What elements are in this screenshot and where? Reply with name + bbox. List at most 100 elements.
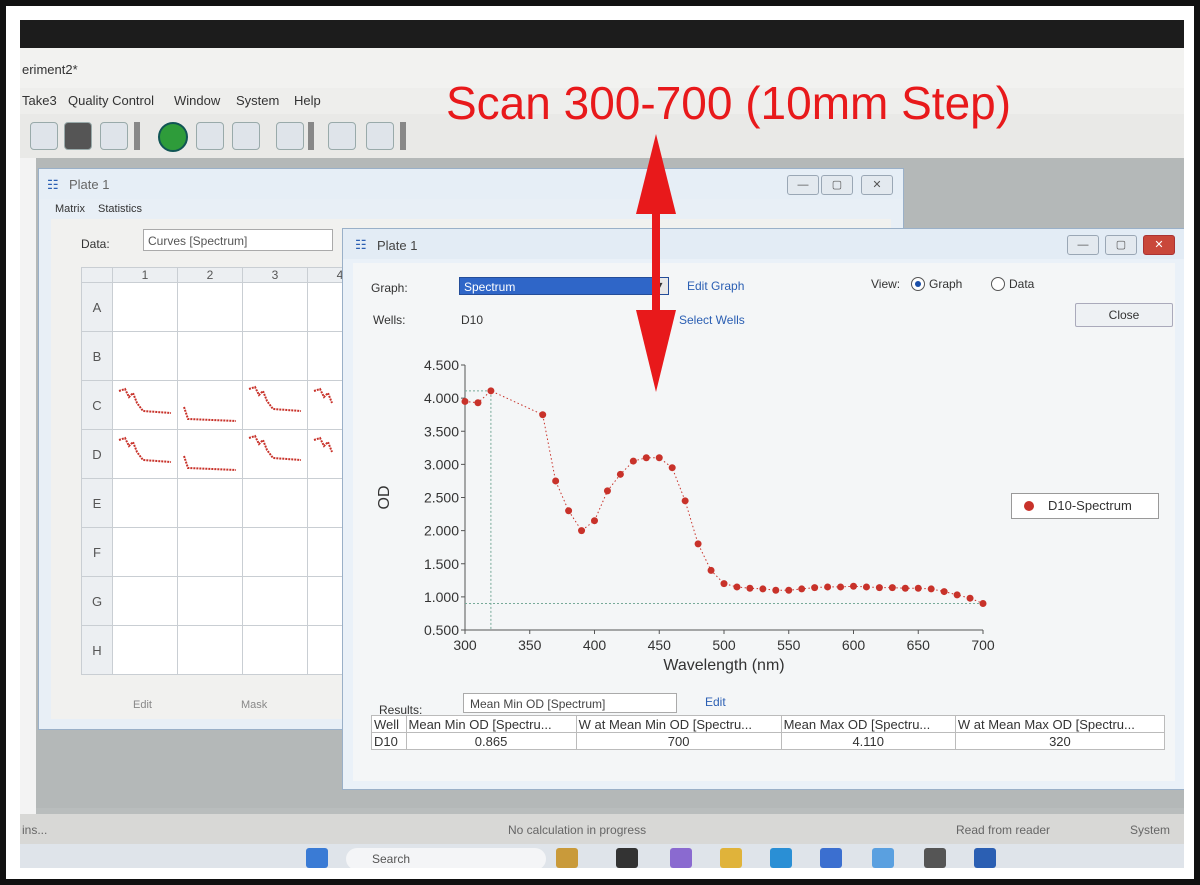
results-cell: 4.110 [780, 732, 956, 750]
edit-link[interactable]: Edit [133, 699, 152, 711]
well-curve[interactable] [242, 380, 308, 430]
plate-layout-icon[interactable] [30, 122, 58, 150]
well[interactable] [242, 478, 308, 528]
send-icon[interactable] [366, 122, 394, 150]
reader-app-icon[interactable] [974, 848, 996, 868]
well-curve[interactable] [112, 429, 178, 479]
table-row[interactable]: D10 0.865 700 4.110 320 [371, 732, 1166, 750]
x-tick-label: 400 [583, 637, 607, 653]
x-tick-label: 350 [518, 637, 542, 653]
camera-icon[interactable] [924, 848, 946, 868]
mini-spectrum-curve [118, 436, 172, 463]
well-curve[interactable] [177, 380, 243, 430]
chart-icon[interactable] [328, 122, 356, 150]
spectrum-chart: 0.500 1.000 1.500 2.000 2.500 3.000 3.500 4.000… [376, 357, 995, 674]
results-header: Well [371, 715, 407, 733]
data-point [578, 527, 586, 535]
menu-window[interactable]: Window [174, 93, 220, 108]
data-point [539, 411, 547, 419]
x-tick-label: 450 [648, 637, 672, 653]
reader-icon[interactable] [64, 122, 92, 150]
menu-help[interactable]: Help [294, 93, 321, 108]
x-tick-label: 550 [777, 637, 801, 653]
start-icon[interactable] [306, 848, 328, 868]
data-point [474, 399, 482, 407]
well[interactable] [177, 331, 243, 381]
well[interactable] [112, 576, 178, 626]
well[interactable] [177, 527, 243, 577]
well[interactable] [112, 478, 178, 528]
plate-icon: ☷ [355, 237, 367, 252]
well[interactable] [242, 625, 308, 675]
print-icon[interactable] [232, 122, 260, 150]
data-point [616, 470, 624, 478]
import-icon[interactable] [276, 122, 304, 150]
close-window-button[interactable]: ✕ [1143, 235, 1175, 255]
status-calculation: No calculation in progress [508, 823, 647, 837]
well[interactable] [112, 282, 178, 332]
results-header-row: Well Mean Min OD [Spectru... W at Mean M… [371, 715, 1166, 733]
run-icon[interactable] [158, 122, 188, 152]
x-tick-label: 600 [842, 637, 866, 653]
toolbar-separator [400, 122, 406, 150]
taskbar-search[interactable]: Search [346, 848, 546, 868]
export-icon[interactable] [100, 122, 128, 150]
well-curve[interactable] [242, 429, 308, 479]
widgets-icon[interactable] [556, 848, 578, 868]
graph-window-title: Plate 1 [377, 238, 418, 253]
well[interactable] [242, 282, 308, 332]
copilot-icon[interactable] [670, 848, 692, 868]
well[interactable] [177, 282, 243, 332]
data-point [487, 387, 495, 395]
results-header: W at Mean Min OD [Spectru... [575, 715, 782, 733]
well[interactable] [112, 625, 178, 675]
mask-link[interactable]: Mask [241, 699, 267, 711]
close-window-button[interactable]: ✕ [861, 175, 893, 195]
well[interactable] [112, 527, 178, 577]
tab-matrix[interactable]: Matrix [55, 203, 85, 215]
results-edit-link[interactable]: Edit [705, 695, 726, 709]
maximize-button[interactable]: ▢ [821, 175, 853, 195]
data-label: Data: [81, 237, 110, 251]
menu-system[interactable]: System [236, 93, 279, 108]
minimize-button[interactable]: — [1067, 235, 1099, 255]
col-header: 3 [242, 267, 308, 283]
legend-marker [1024, 501, 1034, 511]
store-icon[interactable] [820, 848, 842, 868]
app-icon[interactable] [872, 848, 894, 868]
menu-quality-control[interactable]: Quality Control [68, 93, 154, 108]
data-point [733, 583, 741, 591]
menu-take3[interactable]: Take3 [22, 93, 57, 108]
minimize-button[interactable]: — [787, 175, 819, 195]
results-header: W at Mean Max OD [Spectru... [954, 715, 1166, 733]
well[interactable] [177, 625, 243, 675]
row-header: H [81, 625, 113, 675]
mini-spectrum-curve [248, 385, 302, 412]
well[interactable] [112, 331, 178, 381]
x-tick-label: 700 [971, 637, 995, 653]
results-dropdown[interactable]: Mean Min OD [Spectrum] [463, 693, 677, 713]
well[interactable] [177, 478, 243, 528]
maximize-button[interactable]: ▢ [1105, 235, 1137, 255]
data-point [759, 585, 767, 593]
task-view-icon[interactable] [616, 848, 638, 868]
zoom-icon[interactable] [196, 122, 224, 150]
well-curve[interactable] [177, 429, 243, 479]
well[interactable] [242, 576, 308, 626]
edge-icon[interactable] [770, 848, 792, 868]
results-table: Well Mean Min OD [Spectru... W at Mean M… [371, 715, 1166, 750]
data-point [927, 585, 935, 593]
graph-window-title-bar: ☷ Plate 1 — ▢ ✕ [343, 229, 1184, 259]
file-explorer-icon[interactable] [720, 848, 742, 868]
tab-statistics[interactable]: Statistics [98, 203, 142, 215]
data-dropdown[interactable]: Curves [Spectrum] [143, 229, 333, 251]
data-point [953, 591, 961, 599]
well[interactable] [242, 527, 308, 577]
data-point [565, 507, 573, 515]
well[interactable] [177, 576, 243, 626]
well-curve[interactable] [112, 380, 178, 430]
plate-grid: 1 2 3 4 A B C D E F G H [81, 267, 373, 675]
taskbar: Search [20, 844, 1184, 868]
well[interactable] [242, 331, 308, 381]
data-point [694, 540, 702, 548]
